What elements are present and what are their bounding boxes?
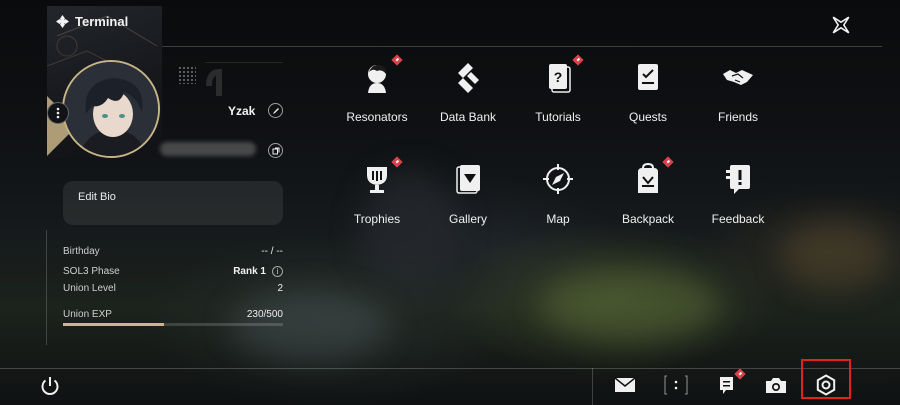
birthday-label: Birthday bbox=[63, 246, 100, 257]
menu-label: Friends bbox=[717, 110, 758, 124]
resonators-icon bbox=[368, 64, 387, 93]
pencil-icon bbox=[272, 107, 279, 114]
power-icon bbox=[41, 377, 59, 395]
decorative-line bbox=[205, 62, 283, 96]
panel-divider bbox=[46, 230, 47, 345]
camera-button[interactable] bbox=[763, 372, 789, 398]
friends-icon bbox=[723, 70, 753, 85]
menu-label: Map bbox=[546, 212, 570, 226]
menu-item-data-bank[interactable]: Data Bank bbox=[423, 60, 513, 124]
camera-icon bbox=[766, 378, 786, 393]
gallery-icon bbox=[456, 165, 480, 194]
menu-item-feedback[interactable]: Feedback bbox=[693, 162, 783, 226]
player-id-redacted bbox=[160, 142, 256, 156]
menu-label: Backpack bbox=[621, 212, 675, 226]
edit-bio-label: Edit Bio bbox=[78, 191, 116, 203]
menu-label: Feedback bbox=[711, 212, 765, 226]
birthday-value: -- / -- bbox=[261, 246, 283, 257]
menu-label: Quests bbox=[628, 110, 667, 124]
menu-item-quests[interactable]: Quests bbox=[603, 60, 693, 124]
copy-id-button[interactable] bbox=[268, 143, 283, 158]
tutorials-icon: ? bbox=[549, 64, 571, 93]
union-level-value: 2 bbox=[277, 283, 283, 294]
close-button[interactable] bbox=[826, 10, 856, 40]
terminal-title: Terminal bbox=[56, 14, 128, 29]
menu-label: Resonators bbox=[346, 110, 408, 124]
menu-label: Gallery bbox=[448, 212, 487, 226]
close-icon bbox=[832, 16, 850, 34]
svg-text:?: ? bbox=[554, 69, 563, 85]
union-exp-bar bbox=[63, 323, 283, 326]
more-button[interactable] bbox=[663, 372, 689, 398]
header-divider bbox=[160, 46, 882, 47]
menu-item-friends[interactable]: Friends bbox=[693, 60, 783, 124]
backpack-icon bbox=[638, 162, 658, 193]
settings-highlight-box bbox=[801, 359, 851, 399]
data-bank-icon bbox=[458, 63, 479, 93]
decorative-dot-grid bbox=[178, 66, 196, 84]
edit-name-button[interactable] bbox=[268, 103, 283, 118]
terminal-icon bbox=[56, 15, 69, 28]
mail-icon bbox=[614, 377, 636, 392]
menu-item-resonators[interactable]: Resonators bbox=[332, 54, 422, 124]
union-level-label: Union Level bbox=[63, 283, 116, 294]
avatar[interactable] bbox=[62, 60, 160, 158]
union-exp-fill bbox=[63, 323, 165, 326]
footer-divider bbox=[0, 368, 900, 369]
menu-label: Tutorials bbox=[535, 110, 581, 124]
power-button[interactable] bbox=[37, 373, 63, 399]
union-exp-label: Union EXP bbox=[63, 309, 112, 320]
menu-label: Data Bank bbox=[439, 110, 497, 124]
more-icon bbox=[664, 375, 688, 395]
menu-item-backpack[interactable]: Backpack bbox=[603, 156, 693, 226]
info-icon[interactable]: i bbox=[272, 266, 283, 277]
copy-icon bbox=[272, 147, 279, 154]
birthday-row: Birthday -- / -- bbox=[63, 246, 283, 257]
footer-separator bbox=[592, 368, 593, 405]
vertical-dots-icon bbox=[56, 107, 60, 119]
union-exp-row: Union EXP 230/500 bbox=[63, 309, 283, 320]
menu-item-trophies[interactable]: Trophies bbox=[332, 156, 422, 226]
avatar-options-button[interactable] bbox=[47, 102, 69, 124]
phase-label: SOL3 Phase bbox=[63, 266, 120, 277]
notice-icon bbox=[720, 377, 733, 394]
menu-item-gallery[interactable]: Gallery bbox=[423, 162, 513, 226]
union-exp-value: 230/500 bbox=[246, 309, 283, 320]
feedback-icon bbox=[726, 165, 750, 194]
phase-row: SOL3 Phase Rank 1 i bbox=[63, 266, 283, 277]
edit-bio-button[interactable]: Edit Bio bbox=[63, 181, 283, 225]
menu-item-tutorials[interactable]: ? Tutorials bbox=[513, 54, 603, 124]
player-name: Yzak bbox=[228, 104, 256, 118]
map-icon bbox=[543, 164, 573, 194]
notice-button[interactable] bbox=[714, 368, 746, 398]
phase-value: Rank 1 bbox=[233, 266, 266, 277]
trophies-icon bbox=[367, 167, 387, 193]
mail-button[interactable] bbox=[612, 372, 638, 398]
menu-item-map[interactable]: Map bbox=[513, 162, 603, 226]
menu-label: Trophies bbox=[353, 212, 401, 226]
quests-icon bbox=[638, 64, 658, 90]
terminal-title-text: Terminal bbox=[75, 14, 129, 29]
union-level-row: Union Level 2 bbox=[63, 283, 283, 294]
